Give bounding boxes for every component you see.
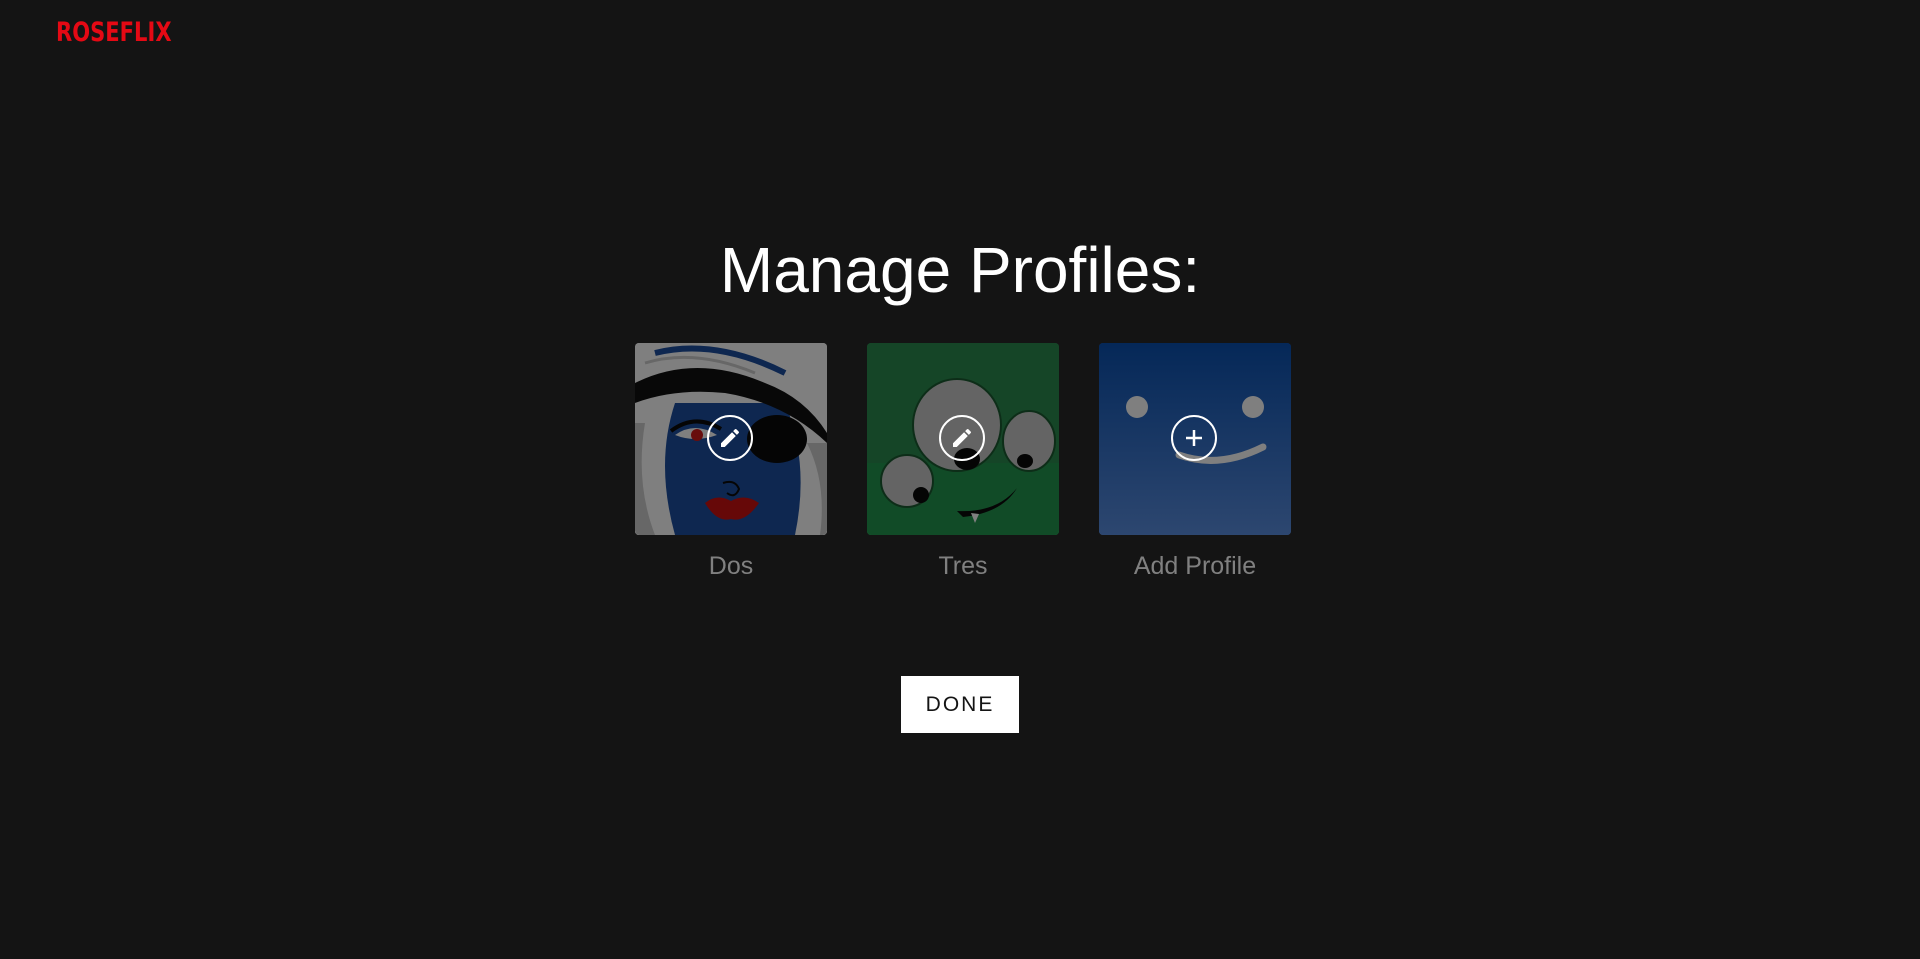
avatar[interactable]	[635, 343, 827, 535]
profile-name: Dos	[708, 552, 754, 580]
done-button[interactable]: DONE	[901, 676, 1019, 733]
profile-item-dos[interactable]: Dos	[635, 343, 827, 583]
avatar[interactable]	[867, 343, 1059, 535]
profile-name: Tres	[938, 552, 988, 580]
profile-name: Add Profile	[1133, 552, 1257, 580]
profile-list: Dos Tres Add Profile	[635, 343, 1291, 583]
profile-item-tres[interactable]: Tres	[867, 343, 1059, 583]
plus-icon[interactable]	[1171, 415, 1217, 461]
add-profile-item[interactable]: Add Profile	[1099, 343, 1291, 583]
pencil-icon[interactable]	[939, 415, 985, 461]
manage-profiles-page: Manage Profiles: Dos Tres Add Profile DO…	[0, 0, 1920, 959]
page-title: Manage Profiles:	[719, 234, 1201, 306]
avatar[interactable]	[1099, 343, 1291, 535]
pencil-icon[interactable]	[707, 415, 753, 461]
